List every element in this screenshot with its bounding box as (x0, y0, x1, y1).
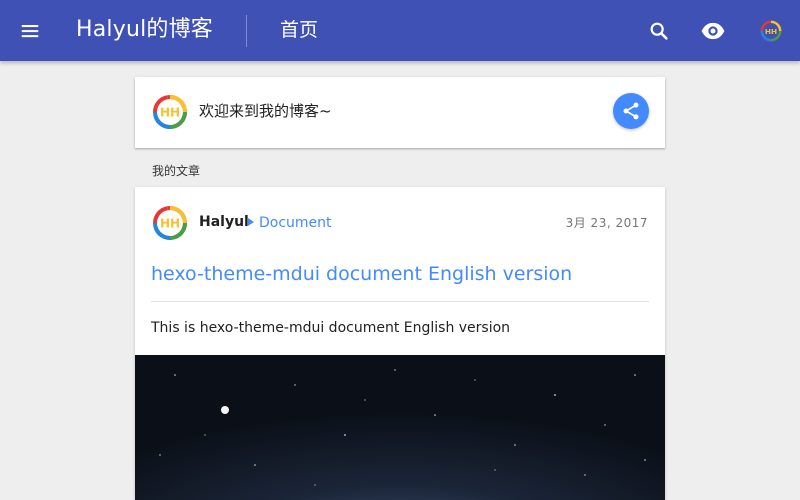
author-avatar-icon (152, 205, 188, 241)
post-cover-image[interactable] (135, 355, 665, 500)
post-excerpt: This is hexo-theme-mdui document English… (151, 320, 511, 336)
welcome-card: 欢迎来到我的博客~ (135, 77, 665, 148)
appbar-divider (246, 15, 247, 47)
post-author[interactable]: Halyul (199, 212, 249, 232)
menu-icon (21, 25, 39, 38)
view-toggle-button[interactable] (697, 15, 729, 47)
site-title[interactable]: Halyul的博客 (76, 15, 213, 45)
search-icon (650, 22, 668, 40)
avatar-logo-icon (152, 94, 188, 130)
section-label: 我的文章 (152, 164, 201, 178)
page-title: 首页 (280, 19, 319, 41)
eye-icon (701, 22, 725, 40)
share-icon (623, 102, 639, 120)
post-title-link[interactable]: hexo-theme-mdui document English version (151, 260, 572, 288)
category-arrow-icon (248, 218, 254, 226)
user-avatar-button[interactable] (755, 15, 787, 47)
menu-button[interactable] (13, 14, 47, 48)
post-date: 3月 23, 2017 (565, 216, 648, 230)
welcome-message: 欢迎来到我的博客~ (199, 102, 332, 120)
post-category-link[interactable]: Document (259, 213, 332, 233)
share-button[interactable] (613, 93, 649, 129)
post-divider (151, 301, 649, 302)
avatar-logo-icon (760, 20, 782, 42)
post-card: Halyul Document 3月 23, 2017 hexo-theme-m… (135, 187, 665, 500)
app-bar: Halyul的博客 首页 (0, 0, 800, 61)
search-button[interactable] (643, 15, 675, 47)
starfield-image (159, 369, 646, 486)
